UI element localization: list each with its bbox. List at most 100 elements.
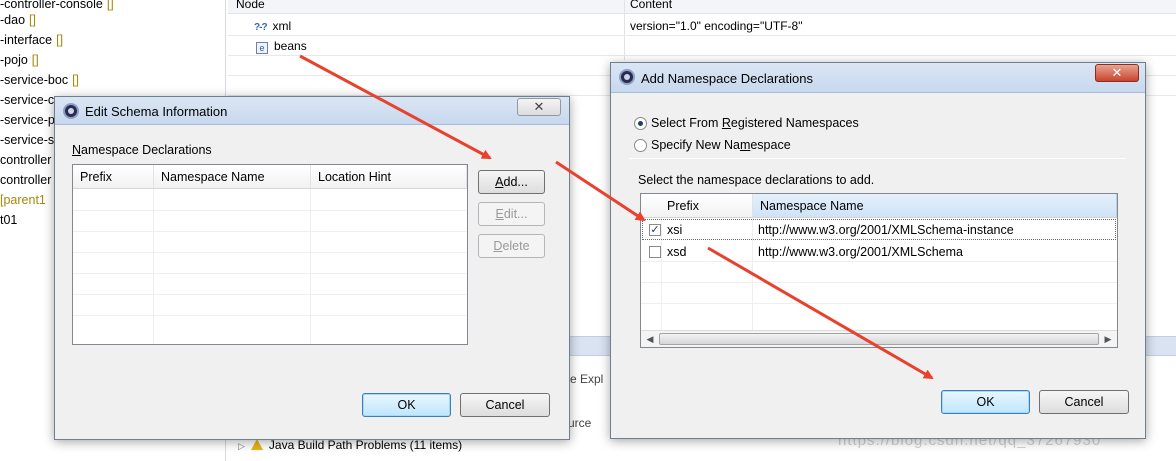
- element-icon: e: [256, 42, 268, 54]
- cancel-button[interactable]: Cancel: [460, 393, 550, 417]
- project-label: -dao: [0, 13, 26, 27]
- project-item[interactable]: -pojo[]: [0, 50, 39, 70]
- namespace-cell: http://www.w3.org/2001/XMLSchema-instanc…: [758, 223, 1014, 237]
- project-label: -service-boc: [0, 73, 69, 87]
- add-button[interactable]: Add...: [478, 170, 545, 194]
- scroll-thumb[interactable]: [659, 333, 1099, 345]
- project-item[interactable]: [parent1: [0, 190, 46, 210]
- column-header-prefix[interactable]: Prefix: [73, 165, 154, 189]
- button-label: dit...: [503, 207, 528, 221]
- warning-icon: [250, 439, 263, 450]
- grid-line: [641, 261, 1117, 262]
- project-item[interactable]: -service-p: [0, 110, 55, 130]
- grid-line: [641, 282, 1117, 283]
- column-header-prefix[interactable]: Prefix: [641, 194, 753, 218]
- prefix-cell: xsi: [667, 223, 683, 237]
- project-decoration: []: [56, 33, 64, 47]
- add-namespace-dialog: Add Namespace Declarations ✕ Select From…: [610, 62, 1146, 439]
- design-row-beans[interactable]: e beans: [228, 36, 1176, 56]
- grid-line: [73, 273, 467, 274]
- row-checkbox-xsi[interactable]: ✓: [649, 224, 661, 236]
- project-decoration: []: [106, 0, 114, 11]
- project-item[interactable]: controller: [0, 150, 51, 170]
- project-item[interactable]: controller: [0, 170, 51, 190]
- new-namespace-radio[interactable]: [634, 139, 647, 152]
- project-item[interactable]: -interface[]: [0, 30, 63, 50]
- label-part: espace: [750, 138, 791, 152]
- column-header-namespace-name[interactable]: Namespace Name: [154, 165, 311, 189]
- dialog-titlebar[interactable]: Add Namespace Declarations ✕: [611, 63, 1145, 93]
- project-item[interactable]: -dao[]: [0, 10, 36, 30]
- node-label: beans: [274, 39, 307, 53]
- problem-text: Java Build Path Problems (11 items): [268, 438, 463, 452]
- project-decoration: []: [72, 73, 80, 87]
- project-label: -service-p: [0, 113, 55, 127]
- project-decoration: []: [31, 53, 39, 67]
- scroll-left-icon[interactable]: ◀: [642, 332, 658, 346]
- prefix-cell: xsd: [667, 245, 687, 259]
- registered-namespace-table[interactable]: Prefix Namespace Name ✓ xsi http://www.w…: [640, 193, 1118, 348]
- grid-line: [73, 231, 467, 232]
- grid-line: [73, 210, 467, 211]
- project-label: t01: [0, 213, 18, 227]
- expand-chevron-icon[interactable]: ▷: [238, 441, 245, 451]
- label-part: Specify New Na: [651, 138, 740, 152]
- row-checkbox-xsd[interactable]: [649, 246, 661, 258]
- label-part: Select From: [651, 116, 722, 130]
- grid-line: [73, 252, 467, 253]
- registered-namespaces-radio[interactable]: [634, 117, 647, 130]
- project-decoration: [parent1: [0, 193, 46, 207]
- eclipse-icon: [619, 69, 635, 85]
- node-label: xml: [272, 19, 292, 33]
- edit-button[interactable]: Edit...: [478, 202, 545, 226]
- ok-button[interactable]: OK: [362, 393, 451, 417]
- source-label: urce: [568, 416, 592, 430]
- new-namespace-label[interactable]: Specify New Namespace: [651, 138, 791, 152]
- button-label: elete: [502, 239, 530, 253]
- cancel-button[interactable]: Cancel: [1039, 390, 1129, 414]
- namespace-table[interactable]: Prefix Namespace Name Location Hint: [72, 164, 468, 345]
- project-label: controller: [0, 153, 52, 167]
- namespace-cell: http://www.w3.org/2001/XMLSchema: [758, 245, 963, 259]
- project-label: -pojo: [0, 53, 28, 67]
- namespace-declarations-label: Namespace Declarations: [72, 143, 212, 157]
- delete-button[interactable]: Delete: [478, 234, 545, 258]
- grid-line: [641, 303, 1117, 304]
- column-header-node[interactable]: Node: [236, 0, 265, 11]
- scroll-right-icon[interactable]: ▶: [1100, 332, 1116, 346]
- mnemonic: E: [495, 207, 504, 221]
- label-rest: amespace Declarations: [81, 143, 212, 157]
- design-row-xml[interactable]: ?-? xml version="1.0" encoding="UTF-8": [228, 16, 1176, 36]
- grid-line: [310, 189, 311, 344]
- close-button[interactable]: ✕: [1095, 64, 1139, 82]
- mnemonic: m: [739, 138, 751, 152]
- project-item[interactable]: -service-boc[]: [0, 70, 79, 90]
- column-header-namespace-name[interactable]: Namespace Name: [753, 194, 1117, 218]
- separator: [629, 158, 1126, 159]
- label-part: egistered Namespaces: [730, 116, 859, 130]
- grid-line: [73, 315, 467, 316]
- dialog-titlebar[interactable]: Edit Schema Information ✕: [55, 97, 569, 125]
- instruction-label: Select the namespace declarations to add…: [638, 173, 875, 187]
- close-button[interactable]: ✕: [517, 98, 561, 116]
- grid-line: [153, 189, 154, 344]
- dialog-body: Select From Registered Namespaces Specif…: [617, 93, 1139, 432]
- project-item[interactable]: -service-s: [0, 130, 54, 150]
- registered-namespaces-label[interactable]: Select From Registered Namespaces: [651, 116, 859, 130]
- mnemonic: A: [495, 175, 504, 189]
- dialog-body: Namespace Declarations Prefix Namespace …: [61, 125, 563, 433]
- column-header-location-hint[interactable]: Location Hint: [311, 165, 467, 189]
- button-label: dd...: [503, 175, 528, 189]
- project-label: -interface: [0, 33, 53, 47]
- project-item[interactable]: -service-c: [0, 90, 54, 110]
- edit-schema-dialog: Edit Schema Information ✕ Namespace Decl…: [54, 96, 570, 440]
- mnemonic: R: [721, 116, 731, 130]
- mnemonic: N: [72, 143, 82, 157]
- project-decoration: []: [29, 13, 36, 27]
- project-label: controller: [0, 173, 52, 187]
- column-header-content[interactable]: Content: [630, 0, 672, 11]
- processing-instruction-icon: ?-?: [254, 22, 268, 33]
- horizontal-scrollbar[interactable]: ◀ ▶: [641, 330, 1117, 347]
- ok-button[interactable]: OK: [941, 390, 1030, 414]
- project-item[interactable]: t01: [0, 210, 17, 230]
